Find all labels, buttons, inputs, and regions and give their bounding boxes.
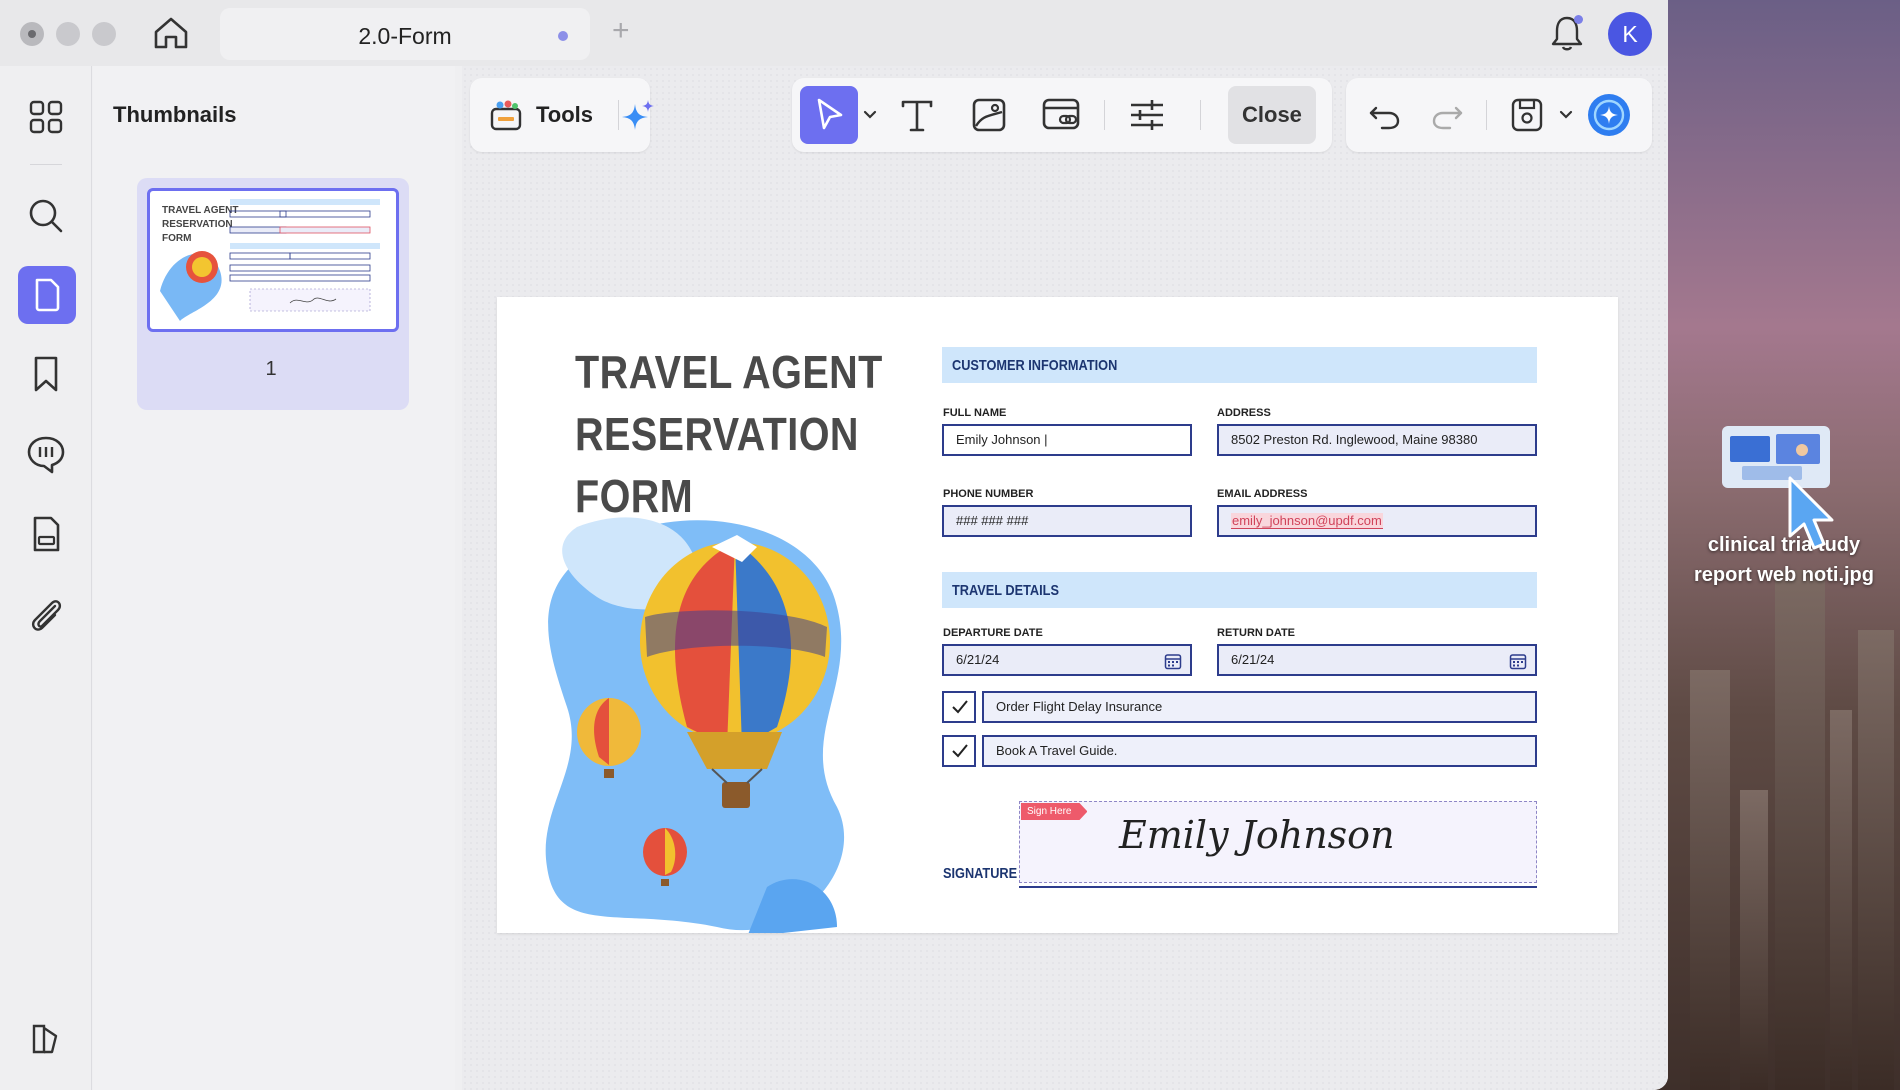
- address-field[interactable]: 8502 Preston Rd. Inglewood, Maine 98380: [1217, 424, 1537, 456]
- select-tool-button[interactable]: [800, 86, 858, 144]
- email-label: EMAIL ADDRESS: [1217, 488, 1308, 500]
- undo-icon[interactable]: [1360, 90, 1410, 140]
- sliders-icon[interactable]: [1122, 90, 1172, 140]
- bookmark-icon[interactable]: [22, 350, 70, 398]
- grid-icon[interactable]: [22, 93, 70, 141]
- flight-insurance-checkbox[interactable]: [942, 691, 976, 723]
- checkmark-icon: [952, 700, 968, 714]
- signature-line: [1019, 886, 1537, 888]
- toolbar-divider: [618, 100, 619, 130]
- user-avatar[interactable]: K: [1608, 12, 1652, 56]
- return-date-field[interactable]: 6/21/24: [1217, 644, 1537, 676]
- save-icon[interactable]: [1502, 90, 1552, 140]
- layers-icon[interactable]: [22, 1014, 70, 1062]
- new-tab-button[interactable]: +: [612, 14, 630, 48]
- form-icon[interactable]: [22, 510, 70, 558]
- thumbnails-panel: Thumbnails TRAVEL AGENT RESERVATION FORM: [93, 66, 455, 1090]
- form-title-line: FORM: [575, 470, 694, 522]
- return-label: RETURN DATE: [1217, 627, 1296, 639]
- title-bar: 2.0-Form + K: [0, 0, 1668, 66]
- toolbar-divider: [1104, 100, 1105, 130]
- svg-text:TRAVEL AGENT: TRAVEL AGENT: [162, 205, 238, 216]
- ai-sparkle-icon[interactable]: [620, 98, 656, 134]
- departure-date-field[interactable]: 6/21/24: [942, 644, 1192, 676]
- sign-here-tag: Sign Here: [1021, 803, 1088, 820]
- tools-button[interactable]: Tools: [536, 102, 593, 128]
- notification-dot: [1574, 15, 1583, 24]
- file-label-line: report web noti.jpg: [1694, 564, 1874, 586]
- flight-insurance-label: Order Flight Delay Insurance: [982, 691, 1537, 723]
- section-title: CUSTOMER INFORMATION: [952, 357, 1118, 374]
- search-icon[interactable]: [22, 192, 70, 240]
- full-name-field[interactable]: Emily Johnson |: [942, 424, 1192, 456]
- tools-group: Tools: [470, 78, 654, 152]
- cursor-arrow-icon: [1788, 476, 1834, 550]
- text-tool-icon[interactable]: [892, 90, 942, 140]
- phone-label: PHONE NUMBER: [943, 488, 1034, 500]
- chevron-down-icon[interactable]: [862, 108, 878, 122]
- calendar-icon[interactable]: [1164, 652, 1182, 670]
- home-icon[interactable]: [150, 13, 192, 53]
- building: [1858, 630, 1894, 1090]
- ai-assistant-icon[interactable]: [1586, 92, 1632, 138]
- left-sidebar: [0, 66, 92, 1090]
- document-tab[interactable]: 2.0-Form: [220, 8, 590, 60]
- building: [1740, 790, 1768, 1090]
- building: [1830, 710, 1852, 1090]
- building: [1775, 570, 1825, 1090]
- email-value: emily_johnson@updf.com: [1231, 513, 1383, 529]
- tab-title: 2.0-Form: [358, 23, 452, 49]
- svg-text:RESERVATION: RESERVATION: [162, 219, 233, 230]
- attachment-icon[interactable]: [22, 590, 70, 638]
- link-tool-icon[interactable]: [1036, 90, 1086, 140]
- return-value: 6/21/24: [1231, 652, 1275, 667]
- address-label: ADDRESS: [1217, 407, 1271, 419]
- sidebar-item-pages[interactable]: [18, 266, 76, 324]
- form-title-line: TRAVEL AGENT: [575, 346, 883, 398]
- panel-title: Thumbnails: [113, 102, 237, 127]
- pdf-page: TRAVEL AGENT RESERVATION FORM CUSTOMER I…: [497, 297, 1618, 933]
- minimize-window-button[interactable]: [56, 22, 80, 46]
- toolbox-icon: [490, 100, 522, 131]
- cursor-icon: [817, 98, 843, 130]
- travel-details-header: TRAVEL DETAILS: [942, 572, 1537, 608]
- app-window: 2.0-Form + K Thumbnails TRAVEL AGENT RES…: [0, 0, 1668, 1090]
- section-title: TRAVEL DETAILS: [952, 582, 1059, 599]
- page-icon: [35, 278, 60, 312]
- sidebar-divider: [30, 164, 62, 165]
- signature-label: SIGNATURE L: [943, 865, 1029, 882]
- file-label-line: clinical tria tudy: [1707, 534, 1861, 556]
- customer-info-header: CUSTOMER INFORMATION: [942, 347, 1537, 383]
- chevron-down-icon[interactable]: [1558, 108, 1574, 122]
- travel-guide-checkbox[interactable]: [942, 735, 976, 767]
- toolbar-divider: [1200, 100, 1201, 130]
- image-tool-icon[interactable]: [964, 90, 1014, 140]
- edit-tools-group: Close: [792, 78, 1332, 152]
- toolbar-divider: [1486, 100, 1487, 130]
- checkmark-icon: [952, 744, 968, 758]
- unsaved-indicator: [558, 31, 568, 41]
- signature-text: Emily Johnson: [1119, 813, 1395, 857]
- comment-icon[interactable]: [22, 430, 70, 478]
- page-number-label: 1: [265, 358, 277, 380]
- full-name-label: FULL NAME: [943, 407, 1007, 419]
- form-title-line: RESERVATION: [575, 408, 859, 460]
- thumbnail-preview: TRAVEL AGENT RESERVATION FORM: [147, 188, 399, 332]
- close-window-button[interactable]: [20, 22, 44, 46]
- balloon-illustration: [545, 517, 845, 933]
- phone-field[interactable]: ### ### ###: [942, 505, 1192, 537]
- departure-value: 6/21/24: [956, 652, 1000, 667]
- departure-label: DEPARTURE DATE: [943, 627, 1043, 639]
- close-edit-button[interactable]: Close: [1228, 86, 1316, 144]
- building: [1690, 670, 1730, 1090]
- history-group: [1346, 78, 1652, 152]
- zoom-window-button[interactable]: [92, 22, 116, 46]
- calendar-icon[interactable]: [1509, 652, 1527, 670]
- svg-text:FORM: FORM: [162, 233, 191, 244]
- desktop-file-label[interactable]: clinical tria tudy report web noti.jpg: [1668, 530, 1900, 590]
- email-field[interactable]: emily_johnson@updf.com: [1217, 505, 1537, 537]
- redo-icon[interactable]: [1422, 90, 1472, 140]
- travel-guide-label: Book A Travel Guide.: [982, 735, 1537, 767]
